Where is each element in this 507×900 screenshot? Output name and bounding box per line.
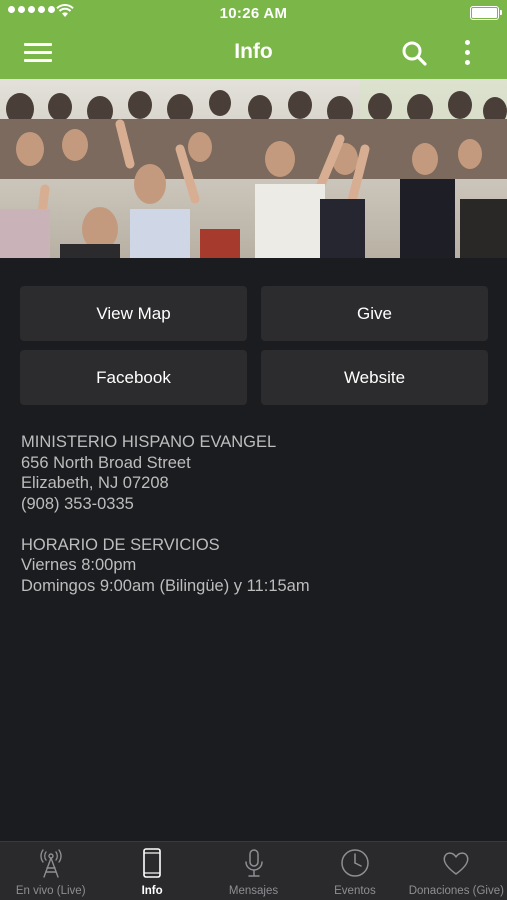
more-vertical-icon[interactable] bbox=[460, 38, 476, 68]
tab-bar: En vivo (Live) Info Mensajes Eventos Don… bbox=[0, 841, 507, 900]
nav-bar: Info bbox=[0, 26, 507, 79]
tab-eventos[interactable]: Eventos bbox=[304, 842, 405, 900]
street-address: 656 North Broad Street bbox=[21, 453, 191, 472]
tab-label-eventos: Eventos bbox=[334, 885, 376, 897]
congregation-photo bbox=[0, 79, 507, 258]
status-time: 10:26 AM bbox=[219, 5, 288, 22]
phone-number: (908) 353-0335 bbox=[21, 494, 134, 513]
phone-device-icon bbox=[143, 848, 161, 878]
tab-en-vivo[interactable]: En vivo (Live) bbox=[0, 842, 101, 900]
church-name: MINISTERIO HISPANO EVANGEL bbox=[21, 433, 277, 451]
page-title: Info bbox=[234, 40, 273, 63]
hero-image bbox=[0, 79, 507, 258]
schedule-title: HORARIO DE SERVICIOS bbox=[21, 535, 220, 554]
tab-donaciones[interactable]: Donaciones (Give) bbox=[406, 842, 507, 900]
battery-icon bbox=[470, 6, 502, 20]
search-icon[interactable] bbox=[400, 39, 428, 67]
website-button[interactable]: Website bbox=[261, 350, 488, 405]
city-state-zip: Elizabeth, NJ 07208 bbox=[21, 474, 169, 492]
tab-info[interactable]: Info bbox=[101, 842, 202, 900]
church-info: MINISTERIO HISPANO EVANGEL 656 North Bro… bbox=[21, 432, 491, 596]
facebook-button[interactable]: Facebook bbox=[20, 350, 247, 405]
schedule-sunday: Domingos 9:00am (Bilingüe) y 11:15am bbox=[21, 576, 310, 595]
tab-label-mensajes: Mensajes bbox=[228, 885, 279, 897]
status-bar: 10:26 AM bbox=[0, 0, 507, 26]
give-button[interactable]: Give bbox=[261, 286, 488, 341]
hamburger-menu-icon[interactable] bbox=[24, 41, 54, 63]
tab-label-info: Info bbox=[141, 885, 163, 897]
tab-label-en-vivo: En vivo (Live) bbox=[15, 885, 86, 897]
view-map-button[interactable]: View Map bbox=[20, 286, 247, 341]
microphone-icon bbox=[244, 849, 263, 877]
tab-label-donaciones: Donaciones (Give) bbox=[408, 885, 504, 897]
heart-icon bbox=[443, 852, 469, 875]
tab-mensajes[interactable]: Mensajes bbox=[203, 842, 304, 900]
schedule-friday: Viernes 8:00pm bbox=[21, 556, 137, 574]
clock-icon bbox=[341, 849, 369, 877]
broadcast-tower-icon bbox=[40, 849, 62, 878]
